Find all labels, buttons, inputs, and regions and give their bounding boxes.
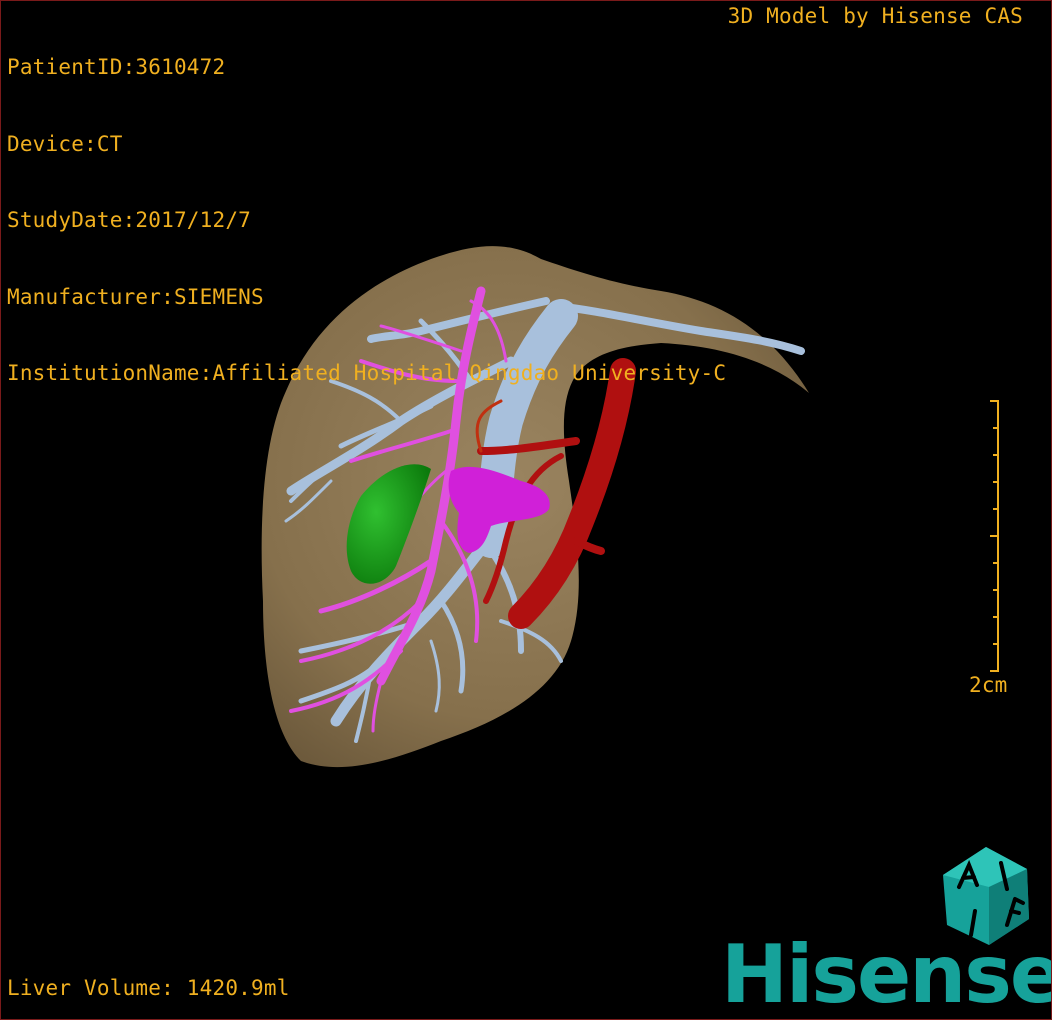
- model-credit-text: 3D Model by Hisense CAS: [727, 4, 1023, 28]
- study-date-text: StudyDate:2017/12/7: [7, 208, 252, 232]
- scale-label: 2cm: [969, 673, 1008, 697]
- scale-bar: [990, 400, 999, 672]
- dicom-info-overlay: PatientID:3610472 Device:CT StudyDate:20…: [7, 4, 726, 438]
- patient-id-text: PatientID:3610472: [7, 55, 226, 79]
- liver-volume-text: Liver Volume: 1420.9ml: [7, 975, 290, 1000]
- device-text: Device:CT: [7, 131, 123, 156]
- brand-wordmark: Hisense: [721, 928, 1052, 1020]
- institution-text: InstitutionName:Affiliated Hospital Qing…: [7, 361, 727, 385]
- manufacturer-text: Manufacturer:SIEMENS: [7, 284, 264, 309]
- 3d-viewport[interactable]: PatientID:3610472 Device:CT StudyDate:20…: [0, 0, 1052, 1020]
